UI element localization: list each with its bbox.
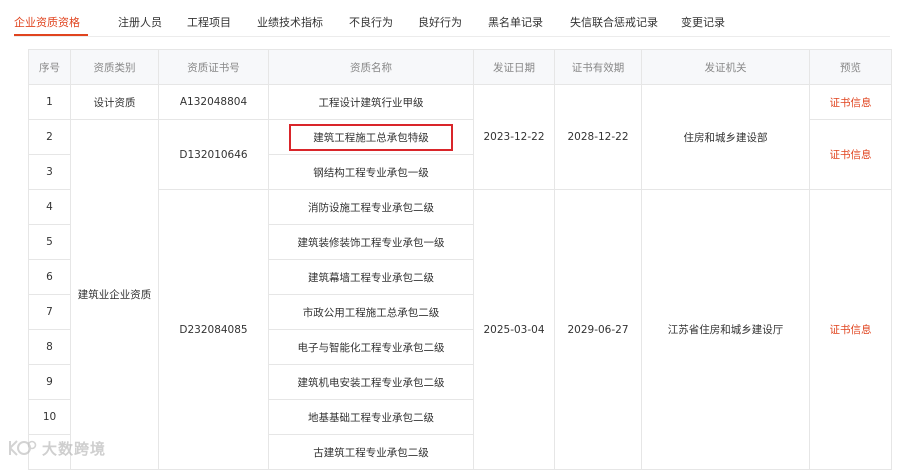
row-number: 2 — [28, 119, 71, 155]
table-row: 4 D232084085 消防设施工程专业承包二级 2025-03-04 202… — [28, 189, 892, 470]
qualification-name: 古建筑工程专业承包二级 — [268, 434, 474, 470]
issue-date: 2025-03-04 — [473, 189, 555, 470]
tab-performance[interactable]: 业绩技术指标 — [257, 14, 323, 30]
qualification-name: 消防设施工程专业承包二级 — [268, 189, 474, 225]
col-header-authority: 发证机关 — [641, 49, 810, 85]
qualification-category: 建筑业企业资质 — [70, 119, 159, 470]
tab-projects[interactable]: 工程项目 — [187, 14, 231, 30]
tab-change-records[interactable]: 变更记录 — [681, 14, 725, 30]
valid-until-date: 2028-12-22 — [554, 84, 642, 190]
certificate-info-link[interactable]: 证书信息 — [830, 324, 872, 336]
watermark-text: 大数跨境 — [42, 439, 107, 458]
row-number: 1 — [28, 84, 71, 120]
qualification-name: 电子与智能化工程专业承包二级 — [268, 329, 474, 365]
qualification-name: 工程设计建筑行业甲级 — [268, 84, 474, 120]
col-header-issue-date: 发证日期 — [473, 49, 555, 85]
tab-dishonesty-records[interactable]: 失信联合惩戒记录 — [570, 14, 658, 30]
row-number: 3 — [28, 154, 71, 190]
preview-cell: 证书信息 — [809, 189, 892, 470]
preview-cell: 证书信息 — [809, 119, 892, 190]
tab-qualification[interactable]: 企业资质资格 — [14, 14, 80, 30]
qualification-name: 地基基础工程专业承包二级 — [268, 399, 474, 435]
row-number: 4 — [28, 189, 71, 225]
col-header-valid-until: 证书有效期 — [554, 49, 642, 85]
issue-date: 2023-12-22 — [473, 84, 555, 190]
col-header-name: 资质名称 — [268, 49, 474, 85]
watermark: 大数跨境 — [6, 437, 106, 459]
qualification-name: 建筑机电安装工程专业承包二级 — [268, 364, 474, 400]
tab-blacklist[interactable]: 黑名单记录 — [488, 14, 543, 30]
row-number: 10 — [28, 399, 71, 435]
certificate-number: D232084085 — [158, 189, 269, 470]
tab-bad-behavior[interactable]: 不良行为 — [349, 14, 393, 30]
qualification-category: 设计资质 — [70, 84, 159, 120]
qualification-name-cell: 建筑工程施工总承包特级 — [268, 119, 474, 155]
certificate-info-link[interactable]: 证书信息 — [830, 97, 872, 109]
certificate-number: A132048804 — [158, 84, 269, 120]
tab-good-behavior[interactable]: 良好行为 — [418, 14, 462, 30]
issuing-authority: 住房和城乡建设部 — [641, 84, 810, 190]
qualification-name: 钢结构工程专业承包一级 — [268, 154, 474, 190]
qualification-name: 建筑装修装饰工程专业承包一级 — [268, 224, 474, 260]
col-header-cert-no: 资质证书号 — [158, 49, 269, 85]
tab-divider — [14, 36, 890, 37]
certificate-info-link[interactable]: 证书信息 — [830, 149, 872, 161]
watermark-logo-icon — [9, 440, 37, 456]
row-number: 6 — [28, 259, 71, 295]
qualification-name: 市政公用工程施工总承包二级 — [268, 294, 474, 330]
row-number: 8 — [28, 329, 71, 365]
col-header-no: 序号 — [28, 49, 71, 85]
col-header-preview: 预览 — [809, 49, 892, 85]
valid-until-date: 2029-06-27 — [554, 189, 642, 470]
qualification-table: 序号 资质类别 资质证书号 资质名称 发证日期 证书有效期 发证机关 预览 1 … — [28, 49, 892, 470]
issuing-authority: 江苏省住房和城乡建设厅 — [641, 189, 810, 470]
qualification-name: 建筑幕墙工程专业承包二级 — [268, 259, 474, 295]
row-number: 9 — [28, 364, 71, 400]
tab-bar: 企业资质资格 注册人员 工程项目 业绩技术指标 不良行为 良好行为 黑名单记录 … — [0, 0, 900, 40]
col-header-category: 资质类别 — [70, 49, 159, 85]
highlighted-qualification-name: 建筑工程施工总承包特级 — [289, 123, 453, 151]
row-number: 7 — [28, 294, 71, 330]
table-row: 1 设计资质 A132048804 工程设计建筑行业甲级 2023-12-22 … — [28, 84, 892, 190]
certificate-number: D132010646 — [158, 119, 269, 190]
preview-cell: 证书信息 — [809, 84, 892, 120]
table-header-row: 序号 资质类别 资质证书号 资质名称 发证日期 证书有效期 发证机关 预览 — [28, 49, 892, 85]
row-number: 5 — [28, 224, 71, 260]
tab-registered-staff[interactable]: 注册人员 — [118, 14, 162, 30]
